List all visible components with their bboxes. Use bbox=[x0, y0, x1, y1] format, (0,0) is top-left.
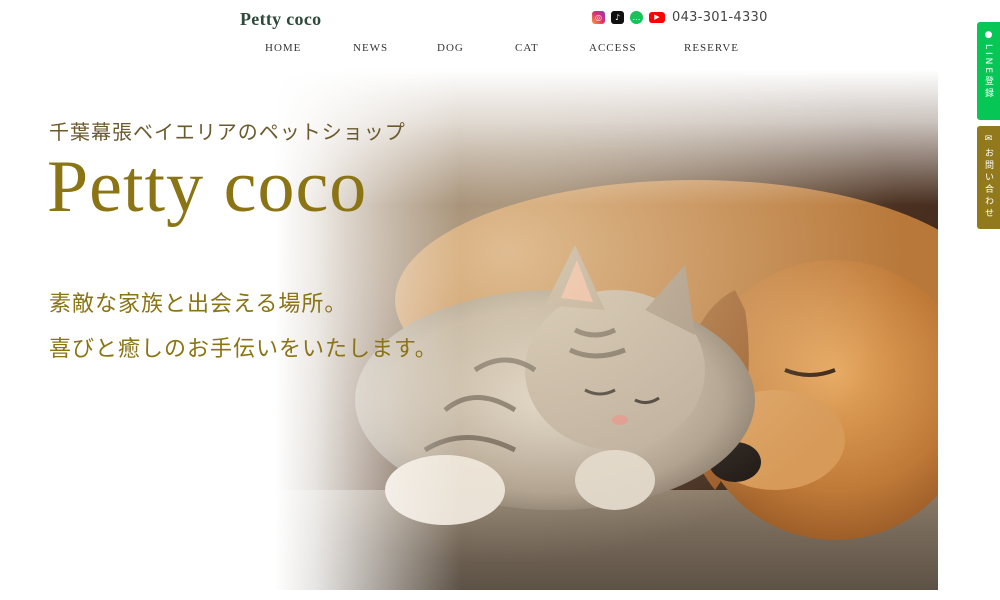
phone-number[interactable]: 043-301-4330 bbox=[672, 10, 768, 25]
mail-icon: ✉ bbox=[984, 134, 993, 144]
line-icon: ● bbox=[984, 30, 993, 40]
tiktok-icon[interactable]: ♪ bbox=[611, 11, 624, 24]
hero-tagline: 千葉幕張ベイエリアのペットショップ bbox=[49, 120, 406, 144]
social-links: ◎ ♪ … ▶ bbox=[592, 11, 665, 24]
hero-catchcopy-line1: 素敵な家族と出会える場所。 bbox=[49, 292, 348, 317]
nav-home[interactable]: HOME bbox=[265, 42, 301, 54]
contact-tab[interactable]: ✉ お問い合わせ bbox=[977, 126, 1000, 229]
line-icon[interactable]: … bbox=[630, 11, 643, 24]
youtube-icon[interactable]: ▶ bbox=[649, 12, 665, 23]
nav-dog[interactable]: DOG bbox=[437, 42, 464, 54]
hero-catchcopy-line2: 喜びと癒しのお手伝いをいたします。 bbox=[49, 337, 438, 362]
nav-reserve[interactable]: RESERVE bbox=[684, 42, 739, 54]
site-logo[interactable]: Petty coco bbox=[240, 9, 321, 30]
line-register-tab[interactable]: ● LINE登録 bbox=[977, 22, 1000, 120]
hero-title: Petty coco bbox=[47, 146, 368, 228]
hero-image bbox=[275, 70, 938, 590]
contact-label: お問い合わせ bbox=[983, 148, 993, 220]
nav-news[interactable]: NEWS bbox=[353, 42, 388, 54]
line-register-label: LINE登録 bbox=[983, 44, 993, 101]
nav-cat[interactable]: CAT bbox=[515, 42, 539, 54]
main-nav: HOME NEWS DOG CAT ACCESS RESERVE bbox=[0, 42, 1000, 56]
instagram-icon[interactable]: ◎ bbox=[592, 11, 605, 24]
nav-access[interactable]: ACCESS bbox=[589, 42, 637, 54]
